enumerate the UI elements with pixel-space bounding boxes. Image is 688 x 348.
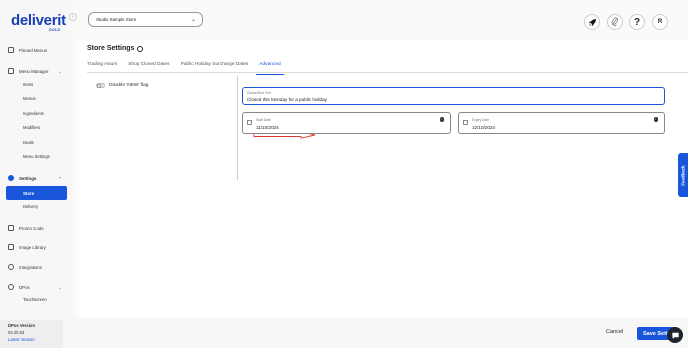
integrations-icon [8,264,14,270]
global-alert-label: Global Alert Text [247,91,271,95]
global-alert-value: Closed this Monday for a public holiday [247,97,327,102]
expiry-date-field[interactable]: Expiry Date 12/10/2024 i [458,112,665,134]
chevron-up-icon: ⌃ [58,175,62,181]
calendar-icon [247,120,252,125]
feedback-tab[interactable]: Feedback [678,153,688,197]
sidebar-item-image-library[interactable]: Image Library [6,241,66,253]
brand-name: deliverit [11,12,66,29]
user-avatar[interactable]: R [652,14,668,30]
info-icon[interactable] [137,45,144,52]
brand-logo[interactable]: deliverit GOLD [11,12,66,32]
sidebar-item-label: Image Library [19,244,46,250]
sidebar-item-label: Pinned Menus [19,47,48,53]
sidebar-sub-touchscreen[interactable]: Touchscreen [23,297,47,302]
sidebar-item-label: Integrations [19,264,42,270]
rocket-icon [588,18,596,26]
dpos-icon [8,284,14,290]
chat-button[interactable] [667,327,683,343]
sidebar-item-settings[interactable]: Settings ⌃ [6,172,66,184]
store-select[interactable]: Studio Sample Store ⌄ [88,12,203,27]
version-number: 02.20.03 [8,330,25,335]
chat-icon [671,332,679,339]
toggle-knob [97,84,101,88]
help-icon: ? [633,16,641,28]
sidebar-item-label: Promo Code [19,225,44,231]
section-divider [237,76,238,180]
sidebar-sub-items[interactable]: Items [23,82,33,87]
paperclip-icon [611,17,618,26]
calendar-icon [463,120,468,125]
expiry-date-label: Expiry Date [472,118,490,122]
footer-bar: Cancel Save Sett [73,318,688,348]
chevron-down-icon: ⌄ [190,17,196,23]
expiry-date-value: 12/10/2024 [472,125,495,130]
sidebar-sub-delivery[interactable]: Delivery [23,204,38,209]
page-title-text: Store Settings [87,45,135,52]
page-title: Store Settings [87,45,144,52]
menu-icon [8,68,14,74]
save-label: Save Sett [643,330,668,337]
version-title: DPos Version [8,323,35,328]
sidebar-item-pinned-menus[interactable]: Pinned Menus [6,44,66,56]
start-date-field[interactable]: Start Date 11/10/2024 i [242,112,451,134]
sidebar-item-label: Settings [19,175,37,181]
tab-shop-closed-dates[interactable]: Shop Closed Dates [128,60,169,72]
start-date-value: 11/10/2024 [256,125,279,130]
sidebar-sub-modifiers[interactable]: Modifiers [23,125,40,130]
tab-trading-hours[interactable]: Trading Hours [87,60,117,72]
chevron-down-icon: ⌄ [58,68,62,74]
tab-divider [87,72,688,73]
global-alert-text-field[interactable]: Global Alert Text Closed this Monday for… [242,87,665,105]
settings-tabs: Trading Hours Shop Closed Dates Public H… [87,60,292,75]
sidebar-item-dpos[interactable]: DPos ⌄ [6,281,66,293]
brand-sub: GOLD [49,28,61,32]
disable-new-flag-label: Disable 'NEW' flag [109,83,149,88]
sidebar-sub-deals[interactable]: Deals [23,140,34,145]
sidebar-item-integrations[interactable]: Integrations [6,261,66,273]
avatar-letter: R [657,19,663,25]
feedback-label: Feedback [680,164,686,186]
chevron-down-icon: ⌄ [58,284,62,290]
version-panel: DPos Version 02.20.03 Latest Version [0,320,63,348]
sidebar-sub-menu-settings[interactable]: Menu Settings [23,154,50,159]
info-icon[interactable]: i [439,117,444,122]
start-date-label: Start Date [256,118,271,122]
tab-advanced[interactable]: Advanced [256,60,285,75]
sidebar-sub-store[interactable]: Store [6,186,67,200]
info-icon[interactable]: i [653,117,658,122]
cancel-button[interactable]: Cancel [606,329,623,335]
pin-icon [8,47,14,53]
latest-version-link[interactable]: Latest Version [8,337,35,342]
ticket-icon [8,225,14,231]
tab-public-holiday-surcharge-dates[interactable]: Public Holiday Surcharge Dates [181,60,249,72]
rocket-button[interactable] [584,14,600,30]
main-panel: Store Settings Trading Hours Shop Closed… [78,40,688,318]
image-icon [8,244,14,250]
sidebar-sub-ingredients[interactable]: Ingredients [23,111,44,116]
sidebar-sub-menus[interactable]: Menus [23,96,36,101]
sidebar-item-promo-code[interactable]: Promo Code [6,222,66,234]
disable-new-flag-toggle[interactable] [96,83,105,88]
attach-button[interactable] [607,14,623,30]
sidebar-item-label: Menu Manager [19,68,49,74]
store-select-value: Studio Sample Store [96,17,137,22]
sidebar: deliverit GOLD Pinned Menus Menu Manager… [0,0,73,348]
help-button[interactable]: ? [629,14,645,30]
settings-icon [8,175,14,181]
sidebar-item-label: DPos [19,284,30,290]
sidebar-item-menu-manager[interactable]: Menu Manager ⌄ [6,65,66,77]
collapse-sidebar-button[interactable]: › [69,13,77,21]
